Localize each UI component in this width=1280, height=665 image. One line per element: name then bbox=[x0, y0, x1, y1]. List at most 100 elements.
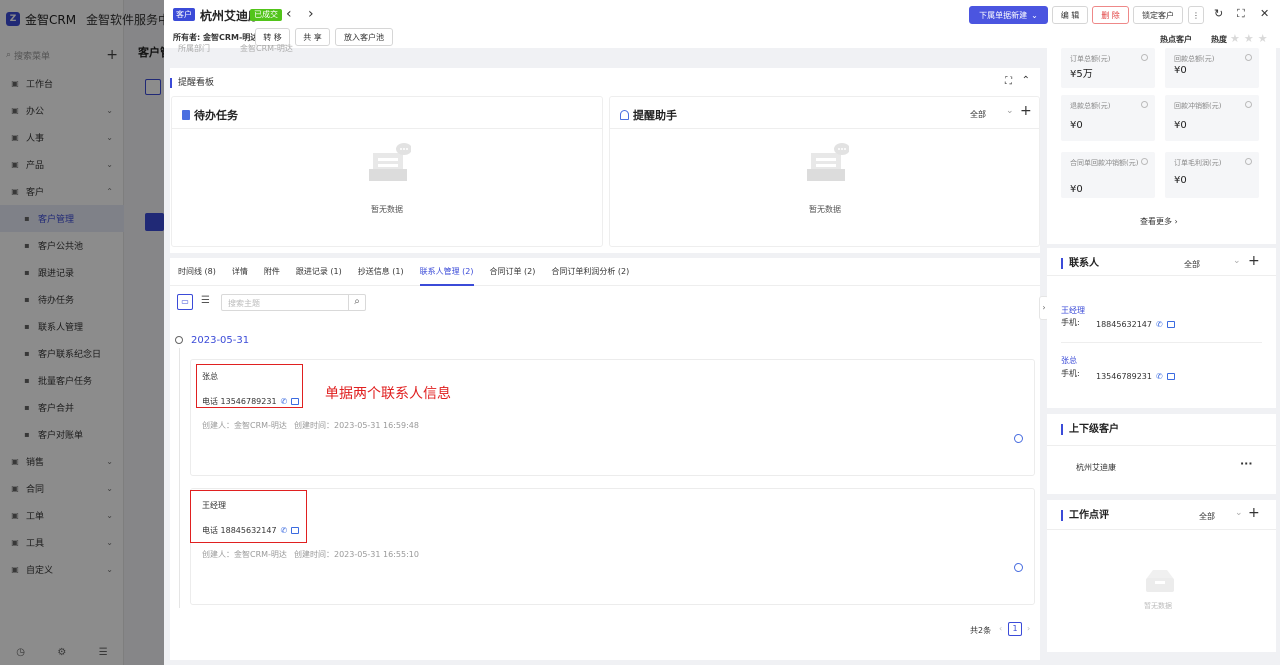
tab[interactable]: 附件 bbox=[256, 258, 288, 286]
tab[interactable]: 跟进记录 (1) bbox=[288, 258, 350, 286]
work-review-card: 工作点评 全部 ⌄ + 暂无数据 bbox=[1047, 500, 1276, 652]
mobile-label: 手机: bbox=[1061, 318, 1080, 327]
create-sub-document-button[interactable]: 下属单据新建 ⌄ bbox=[969, 6, 1048, 24]
empty-inbox-icon bbox=[807, 143, 849, 181]
see-more-link[interactable]: 查看更多 › bbox=[1140, 216, 1178, 227]
timeline-line bbox=[179, 348, 180, 608]
reminder-assistant-label: 提醒助手 bbox=[633, 109, 677, 122]
tab[interactable]: 联系人管理 (2) bbox=[412, 258, 482, 286]
empty-text: 暂无数据 bbox=[1144, 602, 1172, 610]
tab[interactable]: 合同订单利润分析 (2) bbox=[543, 258, 637, 286]
status-badge: 已成交 bbox=[250, 9, 282, 21]
chevron-down-icon[interactable]: ⌄ bbox=[1235, 508, 1243, 518]
prev-page-icon[interactable]: ‹ bbox=[999, 624, 1002, 633]
help-icon[interactable] bbox=[1141, 158, 1148, 165]
stat-label: 订单总额(元) bbox=[1070, 55, 1111, 63]
chevron-down-icon: ⌄ bbox=[1031, 10, 1038, 20]
drawer-header: 客户 杭州艾迪康 已成交 ‹ › 所有者: 金智CRM-明达 转 移 共 享 放… bbox=[164, 0, 1280, 48]
contact-name-link[interactable]: 王经理 bbox=[1061, 305, 1085, 316]
prev-arrow-icon[interactable]: ‹ bbox=[286, 6, 292, 22]
next-arrow-icon[interactable]: › bbox=[308, 6, 314, 22]
stat-value: ¥5万 bbox=[1070, 69, 1093, 80]
move-to-pool-button[interactable]: 放入客户池 bbox=[335, 28, 393, 46]
faded-field-label: 所属部门 bbox=[178, 44, 210, 53]
right-column: 订单总额(元) ¥5万 回款总额(元) ¥0 退款总额(元) ¥0 回款冲销额(元) ¥… bbox=[1047, 48, 1280, 665]
empty-inbox-icon bbox=[369, 143, 411, 181]
help-icon[interactable] bbox=[1245, 158, 1252, 165]
work-review-title: 工作点评 bbox=[1061, 510, 1109, 521]
contact-card[interactable]: 张总 电话 13546789231 ✆ 创建人：金智CRM-明达 创建时间：202… bbox=[190, 359, 1035, 476]
help-icon[interactable] bbox=[1245, 54, 1252, 61]
close-icon[interactable]: ✕ bbox=[1260, 7, 1269, 20]
owner-label: 所有者: bbox=[173, 33, 201, 42]
message-icon[interactable] bbox=[1166, 373, 1175, 380]
help-icon[interactable] bbox=[1245, 101, 1252, 108]
annotation-text: 单据两个联系人信息 bbox=[325, 386, 451, 402]
next-page-icon[interactable]: › bbox=[1027, 624, 1030, 633]
fullscreen-icon[interactable]: ⛶ bbox=[1237, 7, 1245, 21]
stat-gross-profit: 订单毛利润(元) ¥0 bbox=[1165, 152, 1259, 198]
empty-box-icon bbox=[1146, 570, 1174, 592]
stat-value: ¥0 bbox=[1174, 120, 1187, 131]
comment-icon[interactable] bbox=[1014, 434, 1023, 443]
tab[interactable]: 抄送信息 (1) bbox=[350, 258, 412, 286]
tab[interactable]: 时间线 (8) bbox=[170, 258, 224, 286]
comment-icon[interactable] bbox=[1014, 563, 1023, 572]
contact-name-link[interactable]: 张总 bbox=[1061, 355, 1077, 366]
card-view-icon[interactable]: ▭ bbox=[177, 294, 193, 310]
stat-label: 退款总额(元) bbox=[1070, 102, 1111, 110]
stat-label: 合同单回款冲销额(元) bbox=[1070, 159, 1139, 167]
delete-button[interactable]: 删 除 bbox=[1092, 6, 1129, 24]
more-icon[interactable]: ⋮ bbox=[1188, 6, 1204, 24]
chevron-down-icon[interactable]: ⌄ bbox=[1006, 106, 1014, 116]
parent-customer-title: 上下级客户 bbox=[1061, 424, 1119, 435]
add-review-icon[interactable]: + bbox=[1248, 505, 1260, 521]
assistant-filter-select[interactable]: 全部 bbox=[970, 109, 986, 120]
stats-card: 订单总额(元) ¥5万 回款总额(元) ¥0 退款总额(元) ¥0 回款冲销额(元) ¥… bbox=[1047, 48, 1276, 244]
page-number[interactable]: 1 bbox=[1008, 622, 1022, 636]
expand-icon[interactable]: ⛶ bbox=[1005, 76, 1012, 87]
search-icon[interactable]: ⌕ bbox=[348, 294, 365, 311]
lock-customer-button[interactable]: 锁定客户 bbox=[1133, 6, 1183, 24]
more-icon[interactable]: ··· bbox=[1240, 457, 1253, 470]
detail-tabs: 时间线 (8) 详情 附件 跟进记录 (1) 抄送信息 (1) 联系人管理 (2) 合同订单… bbox=[170, 258, 1040, 286]
bell-icon bbox=[620, 110, 629, 120]
faded-field-value: 金智CRM-明达 bbox=[240, 44, 293, 53]
todo-task-panel: 待办任务 暂无数据 bbox=[171, 96, 603, 247]
refresh-icon[interactable]: ↻ bbox=[1214, 7, 1223, 20]
chevron-down-icon[interactable]: ⌄ bbox=[1233, 256, 1241, 266]
contact-created-time: 创建时间：2023-05-31 16:59:48 bbox=[294, 421, 419, 430]
mobile-label: 手机: bbox=[1061, 369, 1080, 378]
todo-task-label: 待办任务 bbox=[194, 109, 238, 122]
contact-created-time: 创建时间：2023-05-31 16:55:10 bbox=[294, 550, 419, 559]
add-contact-icon[interactable]: + bbox=[1248, 253, 1260, 269]
review-filter-select[interactable]: 全部 bbox=[1199, 511, 1215, 522]
stat-value: ¥0 bbox=[1174, 65, 1187, 76]
highlight-box bbox=[196, 364, 303, 408]
mobile-number: 18845632147 ✆ bbox=[1096, 320, 1175, 329]
add-reminder-icon[interactable]: + bbox=[1020, 103, 1032, 119]
heat-stars[interactable]: ★★★ bbox=[1230, 32, 1272, 45]
parent-customer-item[interactable]: 杭州艾迪康 bbox=[1076, 462, 1116, 473]
help-icon[interactable] bbox=[1141, 101, 1148, 108]
stat-label: 回款冲销额(元) bbox=[1174, 102, 1222, 110]
todo-task-title: 待办任务 bbox=[182, 107, 238, 123]
share-button[interactable]: 共 享 bbox=[295, 28, 330, 46]
modal-overlay[interactable] bbox=[0, 0, 164, 665]
search-input[interactable]: 搜索主题 ⌕ bbox=[221, 294, 366, 311]
mobile-number-text: 18845632147 bbox=[1096, 320, 1152, 329]
message-icon[interactable] bbox=[1166, 321, 1175, 328]
contacts-filter-select[interactable]: 全部 bbox=[1184, 259, 1200, 270]
phone-icon[interactable]: ✆ bbox=[1156, 320, 1163, 329]
stat-refund-total: 退款总额(元) ¥0 bbox=[1061, 95, 1155, 141]
collapse-up-icon[interactable]: ⌃ bbox=[1022, 75, 1030, 86]
contact-card[interactable]: 王经理 电话 18845632147 ✆ 创建人：金智CRM-明达 创建时间：20… bbox=[190, 488, 1035, 605]
type-tag: 客户 bbox=[173, 8, 195, 21]
help-icon[interactable] bbox=[1141, 54, 1148, 61]
tab[interactable]: 合同订单 (2) bbox=[482, 258, 544, 286]
phone-icon[interactable]: ✆ bbox=[1156, 372, 1163, 381]
document-icon bbox=[182, 110, 190, 120]
tab[interactable]: 详情 bbox=[224, 258, 256, 286]
edit-button[interactable]: 编 辑 bbox=[1052, 6, 1088, 24]
list-view-icon[interactable]: ☰ bbox=[201, 295, 210, 306]
